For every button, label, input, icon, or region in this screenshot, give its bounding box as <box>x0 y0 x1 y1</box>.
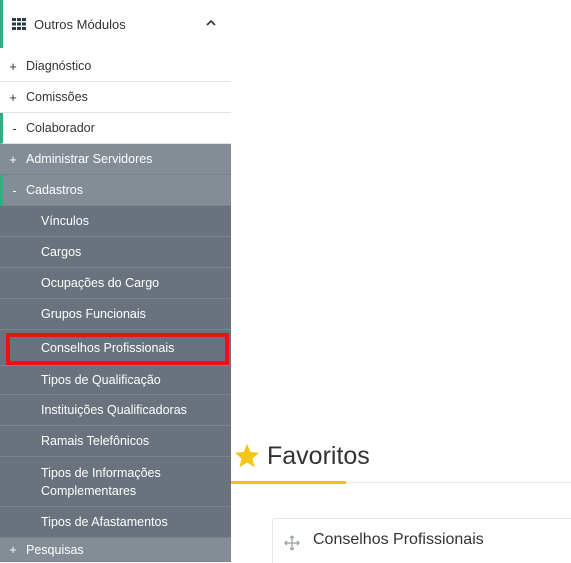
sidebar-item-comissoes[interactable]: + Comissões <box>0 82 231 113</box>
sidebar: Outros Módulos + Diagnóstico + Comissões… <box>0 0 231 562</box>
submenu-item-label: Instituições Qualificadoras <box>41 403 187 417</box>
submenu-item-label: Tipos de Qualificação <box>41 373 161 387</box>
submenu-item-grupos-funcionais[interactable]: Grupos Funcionais <box>0 299 231 330</box>
collapse-sign: - <box>12 182 17 198</box>
expand-sign: + <box>9 151 17 167</box>
sidebar-item-cadastros[interactable]: - Cadastros <box>0 175 231 206</box>
submenu-item-label: Tipos de Informações Complementares <box>41 465 161 498</box>
sidebar-item-label: Administrar Servidores <box>26 152 153 166</box>
expand-sign: + <box>9 58 17 74</box>
sidebar-item-diagnostico[interactable]: + Diagnóstico <box>0 51 231 82</box>
expand-sign: + <box>9 89 17 105</box>
sidebar-item-administrar-servidores[interactable]: + Administrar Servidores <box>0 144 231 175</box>
favorites-heading: Favoritos <box>233 438 370 474</box>
submenu-item-label: Vínculos <box>41 214 89 228</box>
sidebar-header-label: Outros Módulos <box>34 16 126 32</box>
submenu-item-vinculos[interactable]: Vínculos <box>0 206 231 237</box>
sidebar-item-pesquisas[interactable]: + Pesquisas <box>0 538 231 562</box>
sidebar-item-colaborador[interactable]: - Colaborador <box>0 113 231 144</box>
submenu-item-label: Grupos Funcionais <box>41 307 146 321</box>
submenu-item-label: Conselhos Profissionais <box>41 340 175 355</box>
submenu-item-tipos-de-informacoes-complementares[interactable]: Tipos de Informações Complementares <box>0 457 231 507</box>
expand-sign: + <box>9 542 17 557</box>
sidebar-item-label: Pesquisas <box>26 542 84 557</box>
submenu-item-label: Ocupações do Cargo <box>41 276 160 290</box>
favorites-title: Favoritos <box>267 441 370 470</box>
favorite-item-conselhos-profissionais[interactable]: Conselhos Profissionais <box>272 518 571 563</box>
sidebar-item-label: Colaborador <box>26 121 95 135</box>
submenu-item-label: Tipos de Afastamentos <box>41 515 168 529</box>
submenu-item-cargos[interactable]: Cargos <box>0 237 231 268</box>
submenu-item-instituicoes-qualificadoras[interactable]: Instituições Qualificadoras <box>0 395 231 426</box>
title-underline <box>231 481 346 484</box>
submenu-item-tipos-de-afastamentos[interactable]: Tipos de Afastamentos <box>0 507 231 538</box>
sidebar-item-label: Comissões <box>26 90 88 104</box>
grid-icon <box>12 18 26 30</box>
favorite-item-label: Conselhos Profissionais <box>313 531 484 548</box>
sidebar-item-label: Diagnóstico <box>26 59 92 73</box>
submenu-item-tipos-de-qualificacao[interactable]: Tipos de Qualificação <box>0 366 231 395</box>
move-icon[interactable] <box>284 535 300 551</box>
chevron-up-icon[interactable] <box>205 17 217 29</box>
sidebar-header-outros-modulos[interactable]: Outros Módulos <box>0 0 231 48</box>
submenu-item-label: Ramais Telefônicos <box>41 434 150 448</box>
submenu-item-ramais-telefonicos[interactable]: Ramais Telefônicos <box>0 426 231 457</box>
submenu-item-ocupacoes-do-cargo[interactable]: Ocupações do Cargo <box>0 268 231 299</box>
sidebar-item-label: Cadastros <box>26 183 83 197</box>
collapse-sign: - <box>12 120 17 136</box>
submenu-item-label: Cargos <box>41 245 82 259</box>
submenu-item-conselhos-profissionais[interactable]: Conselhos Profissionais <box>0 330 231 366</box>
star-icon <box>234 443 260 468</box>
